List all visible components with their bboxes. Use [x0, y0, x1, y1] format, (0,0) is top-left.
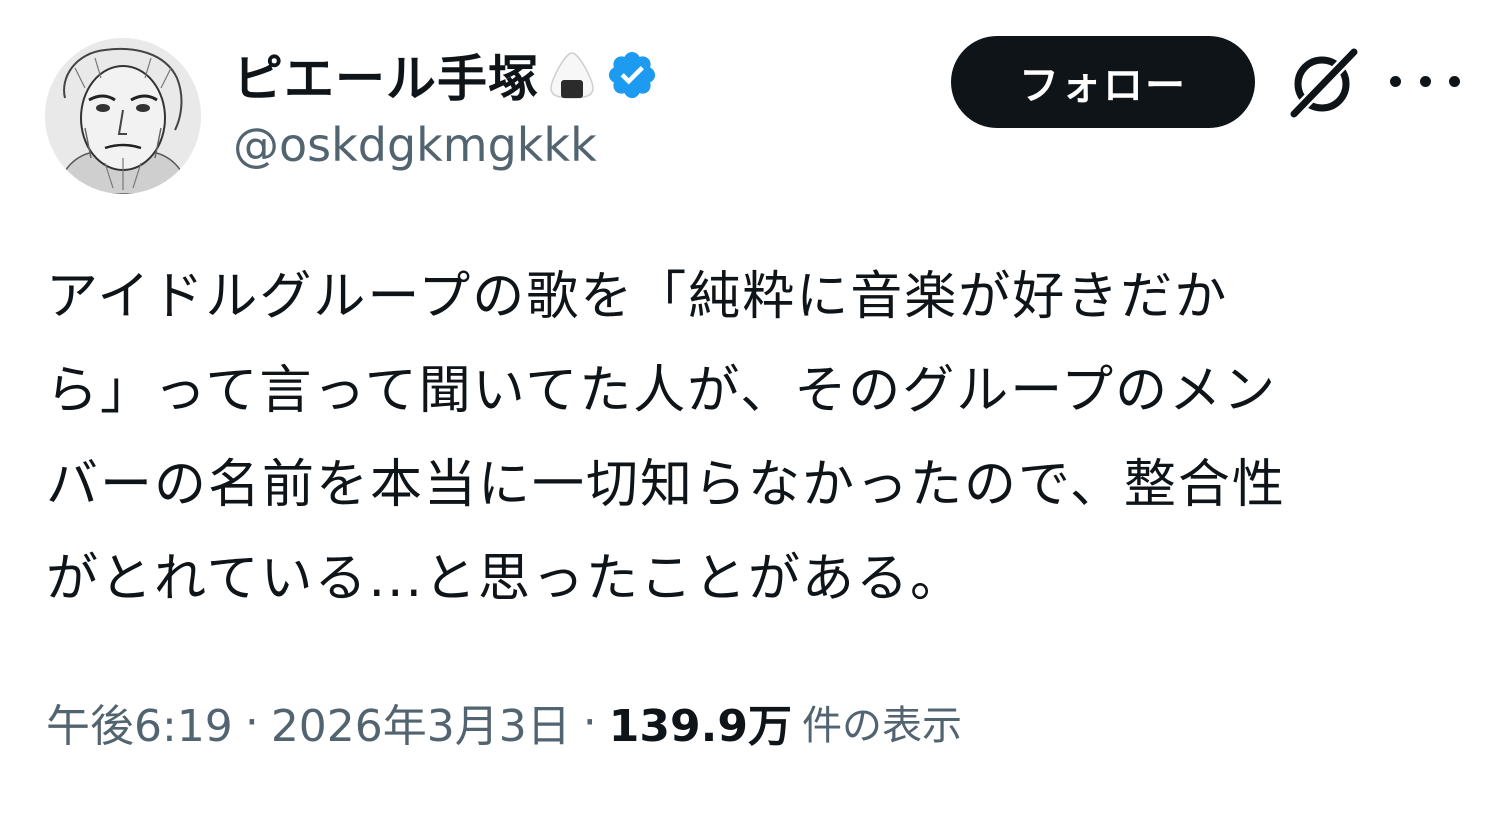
grok-icon[interactable] — [1286, 44, 1362, 120]
tweet-text-line: ら」って言って聞いてた人が、そのグループのメン — [46, 361, 1278, 421]
tweet-text-line: アイドルグループの歌を「純粋に音楽が好きだか — [46, 267, 1229, 327]
more-dot — [1449, 75, 1460, 87]
rice-ball-icon — [549, 50, 595, 100]
verified-badge-icon — [605, 48, 659, 102]
tweet-time[interactable]: 午後6:19 — [46, 690, 233, 754]
avatar-illustration — [45, 38, 201, 194]
views-count[interactable]: 139.9万 — [609, 690, 792, 754]
author-display-name[interactable]: ピエール手塚 — [233, 39, 539, 111]
meta-separator: · — [244, 696, 259, 748]
tweet-text: アイドルグループの歌を「純粋に音楽が好きだか ら」って言って聞いてた人が、そのグ… — [46, 250, 1466, 626]
tweet-date[interactable]: 2026年3月3日 — [271, 690, 571, 754]
follow-button[interactable]: フォロー — [951, 36, 1255, 128]
more-dot — [1419, 75, 1431, 87]
tweet-card: ピエール手塚 @oskdgkmgkkk フォロー アイドルグループの歌を「純粋に… — [0, 0, 1500, 820]
meta-separator: · — [582, 696, 597, 748]
views-label: 件の表示 — [801, 703, 962, 749]
tweet-text-line: バーの名前を本当に一切知らなかったので、整合性 — [46, 455, 1286, 515]
avatar[interactable] — [45, 38, 201, 194]
tweet-meta: 午後6:19 · 2026年3月3日 · 139.9万 件の表示 — [46, 690, 962, 754]
more-icon[interactable] — [1390, 55, 1460, 107]
author-handle[interactable]: @oskdgkmgkkk — [233, 118, 597, 172]
more-dot — [1390, 75, 1401, 87]
author-name-row: ピエール手塚 — [233, 40, 659, 110]
tweet-text-line: がとれている...と思ったことがある。 — [46, 549, 965, 609]
